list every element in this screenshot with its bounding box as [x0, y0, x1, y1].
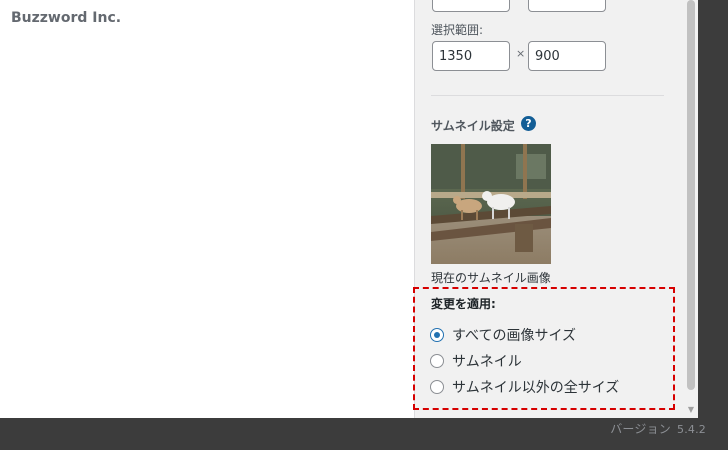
- selection-label: 選択範囲:: [431, 23, 484, 37]
- apply-option-all-except-thumbnail[interactable]: サムネイル以外の全サイズ: [430, 377, 619, 397]
- image-edit-modal: Buzzword Inc. ▼ 選択範囲: × サムネイル設定 ?: [0, 0, 698, 418]
- multiply-icon: ×: [516, 47, 526, 60]
- apply-option-all-sizes[interactable]: すべての画像サイズ: [430, 325, 576, 345]
- selection-height-input[interactable]: [528, 41, 606, 71]
- radio-checked-icon[interactable]: [430, 328, 444, 342]
- selection-width-input[interactable]: [432, 41, 510, 71]
- brand-name: Buzzword Inc.: [11, 10, 122, 26]
- scale-width-input[interactable]: [432, 0, 510, 12]
- thumbnail-settings-title: サムネイル設定: [431, 119, 515, 133]
- radio-unchecked-icon[interactable]: [430, 380, 444, 394]
- version-info: バージョン 5.4.2: [610, 420, 706, 437]
- version-number: 5.4.2: [677, 423, 706, 436]
- apply-changes-label: 変更を適用:: [431, 297, 496, 311]
- vertical-scrollbar[interactable]: ▼: [684, 0, 698, 418]
- scale-height-input[interactable]: [528, 0, 606, 12]
- current-thumbnail-image: [431, 144, 551, 264]
- scroll-down-arrow-icon[interactable]: ▼: [684, 404, 698, 416]
- apply-option-label: サムネイル: [452, 354, 522, 370]
- version-label: バージョン: [610, 422, 671, 436]
- radio-unchecked-icon[interactable]: [430, 354, 444, 368]
- apply-option-label: サムネイル以外の全サイズ: [452, 380, 620, 396]
- apply-option-label: すべての画像サイズ: [452, 328, 577, 344]
- current-thumbnail-caption: 現在のサムネイル画像: [431, 271, 551, 285]
- apply-option-thumbnail[interactable]: サムネイル: [430, 351, 522, 371]
- help-icon[interactable]: ?: [521, 116, 536, 131]
- section-divider: [431, 95, 664, 96]
- scrollbar-thumb[interactable]: [687, 0, 695, 390]
